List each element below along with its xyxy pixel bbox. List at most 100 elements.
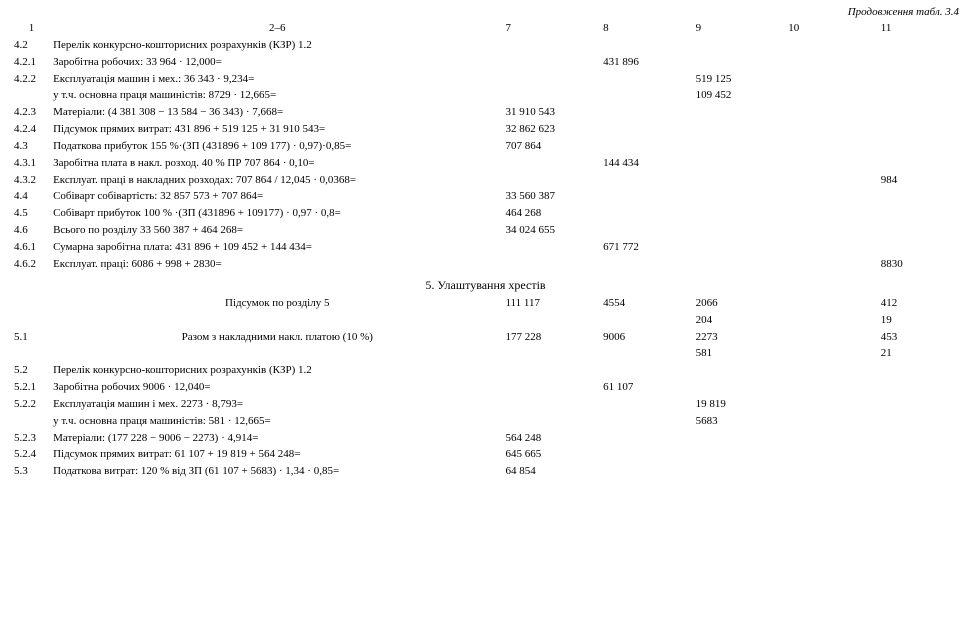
val: 31 910 543: [503, 104, 601, 121]
desc: Підсумок по розділу 5: [51, 295, 503, 329]
desc: Підсумок прямих витрат: 61 107 + 19 819 …: [51, 446, 503, 463]
table-row: 5.2.2Експлуатація машин і мех. 2273 · 8,…: [12, 396, 959, 413]
val: 33 560 387: [503, 188, 601, 205]
table-row: 4.2.3Матеріали: (4 381 308 − 13 584 − 36…: [12, 104, 959, 121]
header-row: 1 2–6 7 8 9 10 11: [12, 20, 959, 37]
table-row: 4.6.1Сумарна заробітна плата: 431 896 + …: [12, 239, 959, 256]
table-row: 4.2.1Заробітна робочих: 33 964 · 12,000=…: [12, 54, 959, 71]
val: 177 228: [503, 329, 601, 363]
val: 61 107: [601, 379, 694, 396]
idx: 4.4: [12, 188, 51, 205]
table-row: 4.3.1Заробітна плата в накл. розход. 40 …: [12, 155, 959, 172]
idx: 4.6.2: [12, 256, 51, 273]
val: 464 268: [503, 205, 601, 222]
table-row: 5.2.1Заробітна робочих 9006 · 12,040=61 …: [12, 379, 959, 396]
table-row: Підсумок по розділу 5 111 117 4554 2066 …: [12, 295, 959, 312]
desc: Перелік конкурсно-кошторисних розрахункі…: [51, 37, 503, 54]
val: 19: [879, 312, 959, 329]
idx: 4.6.1: [12, 239, 51, 256]
val: 144 434: [601, 155, 694, 172]
cost-table: 1 2–6 7 8 9 10 11 4.2Перелік конкурсно-к…: [12, 20, 959, 480]
head-11: 11: [879, 20, 959, 37]
val: 109 452: [694, 87, 787, 104]
section-title: 5. Улаштування хрестів: [12, 273, 959, 295]
table-row: 4.5Собіварт прибуток 100 % ·(ЗП (431896 …: [12, 205, 959, 222]
desc: Експлуатація машин і мех.: 36 343 · 9,23…: [51, 71, 503, 88]
val: 64 854: [503, 463, 601, 480]
idx: 5.2.1: [12, 379, 51, 396]
table-row: 4.2.4Підсумок прямих витрат: 431 896 + 5…: [12, 121, 959, 138]
head-10: 10: [786, 20, 879, 37]
desc: Експлуат. праці в накладних розходах: 70…: [51, 172, 503, 189]
section-row: 5. Улаштування хрестів: [12, 273, 959, 295]
val: 19 819: [694, 396, 787, 413]
table-row: 4.3Податкова прибуток 155 %·(ЗП (431896 …: [12, 138, 959, 155]
desc: Собіварт собівартість: 32 857 573 + 707 …: [51, 188, 503, 205]
val: 645 665: [503, 446, 601, 463]
desc: у т.ч. основна праця машиністів: 8729 · …: [51, 87, 503, 104]
val: 5683: [694, 413, 787, 430]
idx: 4.3.1: [12, 155, 51, 172]
val: 204: [694, 312, 787, 329]
val: 453: [879, 329, 959, 346]
idx: 4.5: [12, 205, 51, 222]
val: 671 772: [601, 239, 694, 256]
table-row: 5.1 Разом з накладними накл. платою (10 …: [12, 329, 959, 346]
table-row: 4.6.2Експлуат. праці: 6086 + 998 + 2830=…: [12, 256, 959, 273]
idx: 5.2.3: [12, 430, 51, 447]
idx: 4.2.3: [12, 104, 51, 121]
desc: Сумарна заробітна плата: 431 896 + 109 4…: [51, 239, 503, 256]
val: 2273: [694, 329, 787, 346]
val: 431 896: [601, 54, 694, 71]
idx: 5.1: [12, 329, 51, 363]
desc: Разом з накладними накл. платою (10 %): [51, 329, 503, 363]
val: 21: [879, 345, 959, 362]
table-row: 5.3Податкова витрат: 120 % від ЗП (61 10…: [12, 463, 959, 480]
val: 581: [694, 345, 787, 362]
val: 4554: [601, 295, 694, 329]
desc: Підсумок прямих витрат: 431 896 + 519 12…: [51, 121, 503, 138]
desc: Експлуатація машин і мех. 2273 · 8,793=: [51, 396, 503, 413]
desc: Матеріали: (177 228 − 9006 − 2273) · 4,9…: [51, 430, 503, 447]
val: 707 864: [503, 138, 601, 155]
idx: 4.6: [12, 222, 51, 239]
val: 34 024 655: [503, 222, 601, 239]
head-9: 9: [694, 20, 787, 37]
val: 564 248: [503, 430, 601, 447]
desc: Матеріали: (4 381 308 − 13 584 − 36 343)…: [51, 104, 503, 121]
table-row: 4.2.2Експлуатація машин і мех.: 36 343 ·…: [12, 71, 959, 88]
val: 519 125: [694, 71, 787, 88]
table-row: 5.2.4Підсумок прямих витрат: 61 107 + 19…: [12, 446, 959, 463]
desc: Заробітна робочих: 33 964 · 12,000=: [51, 54, 503, 71]
table-row: 5.2Перелік конкурсно-кошторисних розраху…: [12, 362, 959, 379]
val: 8830: [879, 256, 959, 273]
val: 111 117: [503, 295, 601, 329]
desc: у т.ч. основна праця машиністів: 581 · 1…: [51, 413, 503, 430]
desc: Собіварт прибуток 100 % ·(ЗП (431896 + 1…: [51, 205, 503, 222]
idx: 4.2.2: [12, 71, 51, 88]
table-row: 4.6Всього по розділу 33 560 387 + 464 26…: [12, 222, 959, 239]
val: 2066: [694, 295, 787, 312]
desc: Всього по розділу 33 560 387 + 464 268=: [51, 222, 503, 239]
table-row: у т.ч. основна праця машиністів: 8729 · …: [12, 87, 959, 104]
table-row: 4.4Собіварт собівартість: 32 857 573 + 7…: [12, 188, 959, 205]
idx: 5.2.4: [12, 446, 51, 463]
table-row: у т.ч. основна праця машиністів: 581 · 1…: [12, 413, 959, 430]
idx: 5.3: [12, 463, 51, 480]
idx: 4.3: [12, 138, 51, 155]
desc: Податкова витрат: 120 % від ЗП (61 107 +…: [51, 463, 503, 480]
head-2: 2–6: [51, 20, 503, 37]
head-7: 7: [503, 20, 601, 37]
idx: 5.2: [12, 362, 51, 379]
idx: 4.2: [12, 37, 51, 54]
head-8: 8: [601, 20, 694, 37]
val: 984: [879, 172, 959, 189]
val: 412: [879, 295, 959, 312]
table-row: 5.2.3Матеріали: (177 228 − 9006 − 2273) …: [12, 430, 959, 447]
head-1: 1: [12, 20, 51, 37]
desc: Перелік конкурсно-кошторисних розрахункі…: [51, 362, 503, 379]
val: 32 862 623: [503, 121, 601, 138]
idx: 4.2.1: [12, 54, 51, 71]
desc: Заробітна плата в накл. розход. 40 % ПР …: [51, 155, 503, 172]
val: 9006: [601, 329, 694, 363]
